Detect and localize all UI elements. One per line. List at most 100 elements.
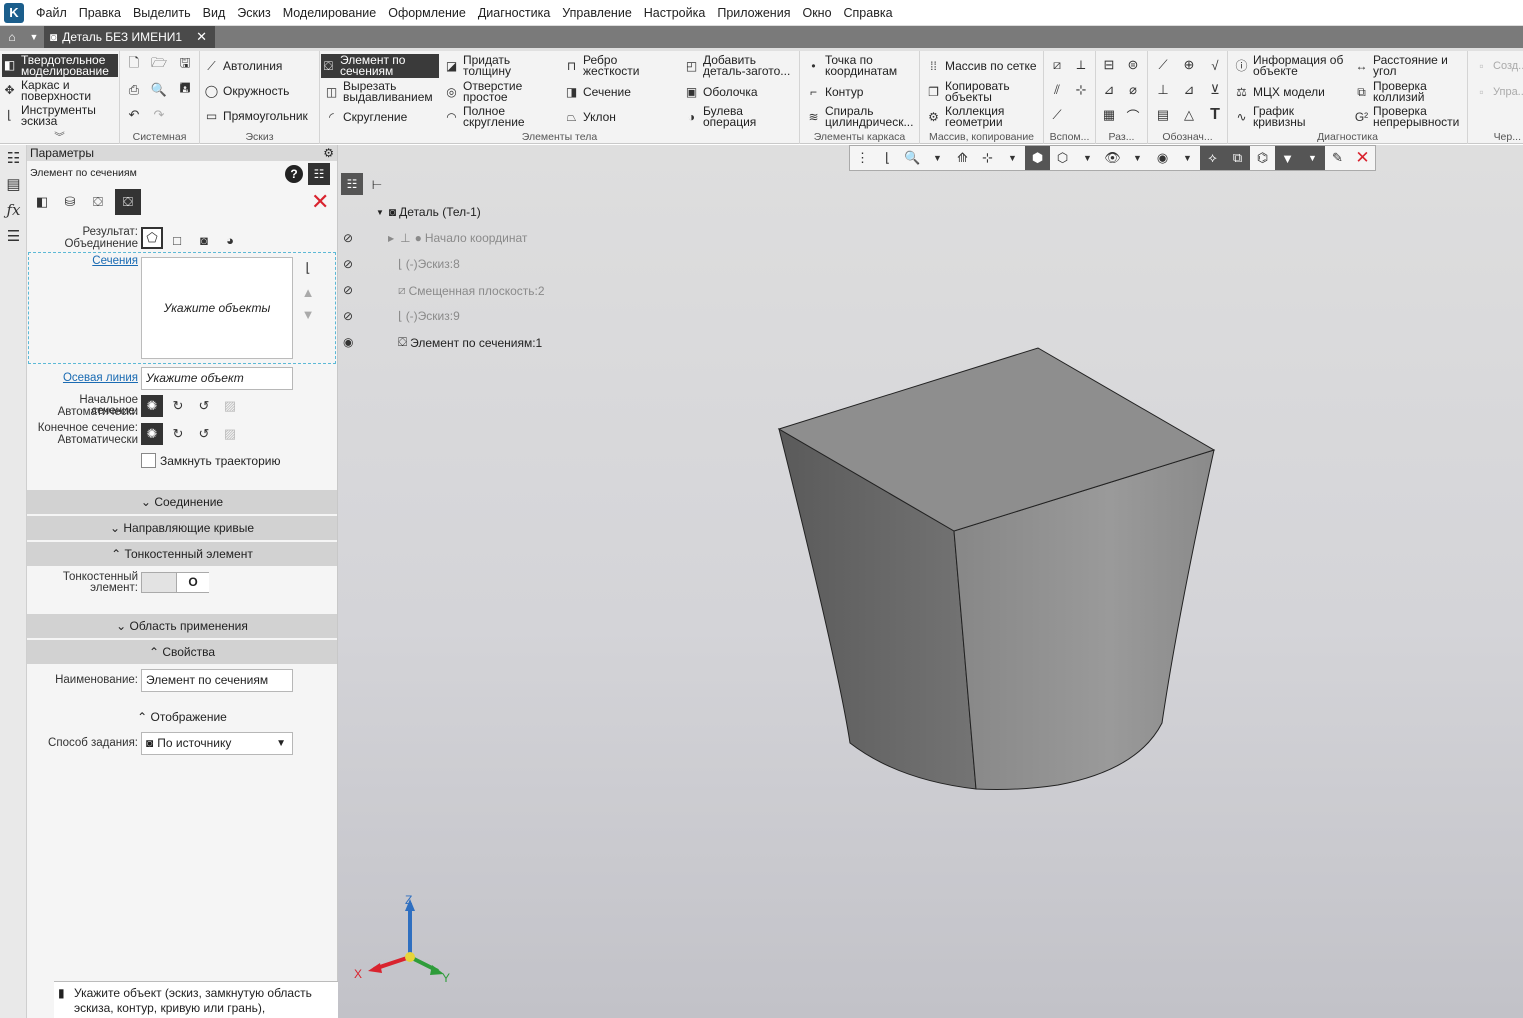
tab-sections-icon[interactable]: ⛁ (59, 191, 81, 213)
section-scope[interactable]: ⌄ Область применения (27, 614, 337, 638)
text-tool-icon[interactable]: T (1206, 106, 1224, 124)
help-icon[interactable]: ? (285, 165, 303, 183)
start-face-icon[interactable]: ▨ (219, 395, 241, 417)
menu-sketch[interactable]: Эскиз (231, 6, 276, 20)
menu-apps[interactable]: Приложения (711, 6, 796, 20)
create-by-props-button[interactable]: ▫Созд... по св... (1474, 55, 1523, 77)
manage-links-button[interactable]: ▫Упра... связ... (1474, 81, 1523, 103)
continuity-check-button[interactable]: G² Проверка непрерывности (1354, 105, 1465, 128)
draft-button[interactable]: ⏢ Уклон (564, 106, 616, 128)
start-auto-icon[interactable]: ✺ (141, 395, 163, 417)
axis-field[interactable]: Укажите объект (141, 367, 293, 390)
end-tangent-icon[interactable]: ↺ (193, 423, 215, 445)
sections-link[interactable]: Сечения (67, 255, 138, 267)
axis-link[interactable]: Осевая линия (31, 372, 138, 384)
section-thin-wall[interactable]: ⌃ Тонкостенный элемент (27, 542, 337, 566)
panel-settings-gear-icon[interactable]: ⚙ (323, 145, 334, 161)
section-guide-curves[interactable]: ⌄ Направляющие кривые (27, 516, 337, 540)
select-sketch-icon[interactable]: ⌊ (297, 257, 319, 279)
start-tangent-icon[interactable]: ↺ (193, 395, 215, 417)
menu-diagnostics[interactable]: Диагностика (472, 6, 556, 20)
mark-weld-icon[interactable]: ⊿ (1180, 81, 1198, 99)
union-icon[interactable]: ⬠ (141, 227, 163, 249)
fillet-button[interactable]: ◜ Скругление (324, 106, 407, 128)
aux-cs-icon[interactable]: ⊹ (1072, 81, 1090, 99)
layers-icon[interactable]: ☰ (0, 223, 27, 249)
loft-model[interactable] (338, 145, 1523, 1018)
print-icon[interactable]: ⎙ (125, 81, 143, 99)
mark-tolerance-icon[interactable]: ⊥ (1154, 81, 1172, 99)
mark-table-icon[interactable]: ▤ (1154, 106, 1172, 124)
redo-icon[interactable]: ↷ (150, 106, 168, 124)
rectangle-button[interactable]: ▭ Прямоугольник (204, 106, 308, 126)
display-subsection[interactable]: ⌃ Отображение (27, 710, 337, 724)
circle-button[interactable]: ◯ Окружность (204, 81, 290, 101)
kompas-logo-icon[interactable]: K (4, 2, 24, 23)
tab-params-icon[interactable]: ◧ (31, 191, 53, 213)
hole-button[interactable]: ◎ Отверстие простое (444, 80, 529, 103)
expand-modes-icon[interactable]: ︾ (0, 130, 119, 144)
thicken-button[interactable]: ◪ Придать толщину (444, 54, 525, 77)
aux-plane-icon[interactable]: ⧄ (1048, 56, 1066, 74)
home-icon[interactable]: ⌂ (0, 26, 24, 48)
menu-modeling[interactable]: Моделирование (277, 6, 383, 20)
object-info-button[interactable]: ⓘ Информация об объекте (1234, 54, 1347, 77)
mode-surface-button[interactable]: ✥ Каркас и поверхности (2, 79, 118, 102)
properties-icon[interactable]: ▤ (0, 171, 27, 197)
mode-solid-button[interactable]: ◧ Твердотельное моделирование (2, 54, 118, 77)
geometry-collection-button[interactable]: ⚙ Коллекция геометрии (926, 105, 1013, 128)
menu-window[interactable]: Окно (796, 6, 837, 20)
tab-loft-settings-icon[interactable]: ⛋ (87, 191, 109, 213)
end-face-icon[interactable]: ▨ (219, 423, 241, 445)
menu-select[interactable]: Выделить (127, 6, 197, 20)
menu-help[interactable]: Справка (838, 6, 899, 20)
mark-triangle-icon[interactable]: △ (1180, 106, 1198, 124)
auto-dim-icon[interactable]: ▦ (1100, 106, 1118, 124)
point-coords-button[interactable]: • Точка по координатам (806, 54, 905, 77)
spiral-button[interactable]: ≋ Спираль цилиндрическ... (806, 105, 917, 128)
sections-list[interactable]: Укажите объекты (141, 257, 293, 359)
mark-roughness-icon[interactable]: √ (1206, 56, 1224, 74)
menu-file[interactable]: Файл (30, 6, 73, 20)
loft-button[interactable]: ⛋ Элемент по сечениям (321, 54, 439, 78)
thin-wall-toggle[interactable]: O (141, 572, 209, 593)
menu-design[interactable]: Оформление (382, 6, 472, 20)
tab-loft-active-icon[interactable]: ⛋ (115, 189, 141, 215)
section-button[interactable]: ◨ Сечение (564, 81, 631, 103)
copy-objects-button[interactable]: ❐ Копировать объекты (926, 80, 1013, 103)
move-down-icon[interactable]: ▼ (297, 303, 319, 325)
preview-icon[interactable]: 🔍 (150, 81, 168, 99)
aux-line-icon[interactable]: ⟋ (1048, 106, 1066, 124)
shell-button[interactable]: ▣ Оболочка (684, 81, 758, 103)
close-tab-icon[interactable]: ✕ (196, 29, 207, 45)
linear-dim-icon[interactable]: ⊟ (1100, 56, 1118, 74)
end-normal-icon[interactable]: ↻ (167, 423, 189, 445)
name-field[interactable]: Элемент по сечениям (141, 669, 293, 692)
distance-angle-button[interactable]: ↔ Расстояние и угол (1354, 54, 1451, 77)
menu-control[interactable]: Управление (556, 6, 638, 20)
autoline-button[interactable]: ⟋ Автолиния (204, 56, 282, 76)
mark-base-icon[interactable]: ⊕ (1180, 56, 1198, 74)
move-up-icon[interactable]: ▲ (297, 281, 319, 303)
mark-position-icon[interactable]: ⊻ (1206, 81, 1224, 99)
radial-dim-icon[interactable]: ⊜ (1124, 56, 1142, 74)
boolean-button[interactable]: ◑ Булева операция (684, 105, 763, 128)
diameter-dim-icon[interactable]: ⌀ (1124, 81, 1142, 99)
menu-view[interactable]: Вид (197, 6, 232, 20)
close-trajectory-checkbox[interactable] (141, 453, 156, 468)
cancel-close-icon[interactable]: ✕ (311, 191, 329, 213)
variables-fx-icon[interactable]: ƒx (0, 197, 27, 223)
add-blank-button[interactable]: ◰ Добавить деталь-загото... (684, 54, 797, 77)
start-normal-icon[interactable]: ↻ (167, 395, 189, 417)
chevron-down-icon[interactable]: ▼ (24, 32, 44, 42)
undo-icon[interactable]: ↶ (125, 106, 143, 124)
end-auto-icon[interactable]: ✺ (141, 423, 163, 445)
intersect-icon[interactable]: ◕ (219, 229, 241, 251)
aux-axis-icon[interactable]: ⟂ (1072, 56, 1090, 74)
full-fillet-button[interactable]: ◠ Полное скругление (444, 105, 529, 128)
rib-button[interactable]: ⊓ Ребро жесткости (564, 54, 643, 77)
curvature-graph-button[interactable]: ∿ График кривизны (1234, 105, 1313, 128)
3d-viewport[interactable]: ⋮ ⌊ 🔍 ▼ ⟰ ⊹ ▼ ⬢ ⬡ ▼ 👁 ▼ ◉ ▼ ⟡ ⧉ ⌬ ▼ ▼ ✎ … (338, 145, 1523, 1018)
new-body-icon[interactable]: □ (166, 229, 188, 251)
section-properties[interactable]: ⌃ Свойства (27, 640, 337, 664)
